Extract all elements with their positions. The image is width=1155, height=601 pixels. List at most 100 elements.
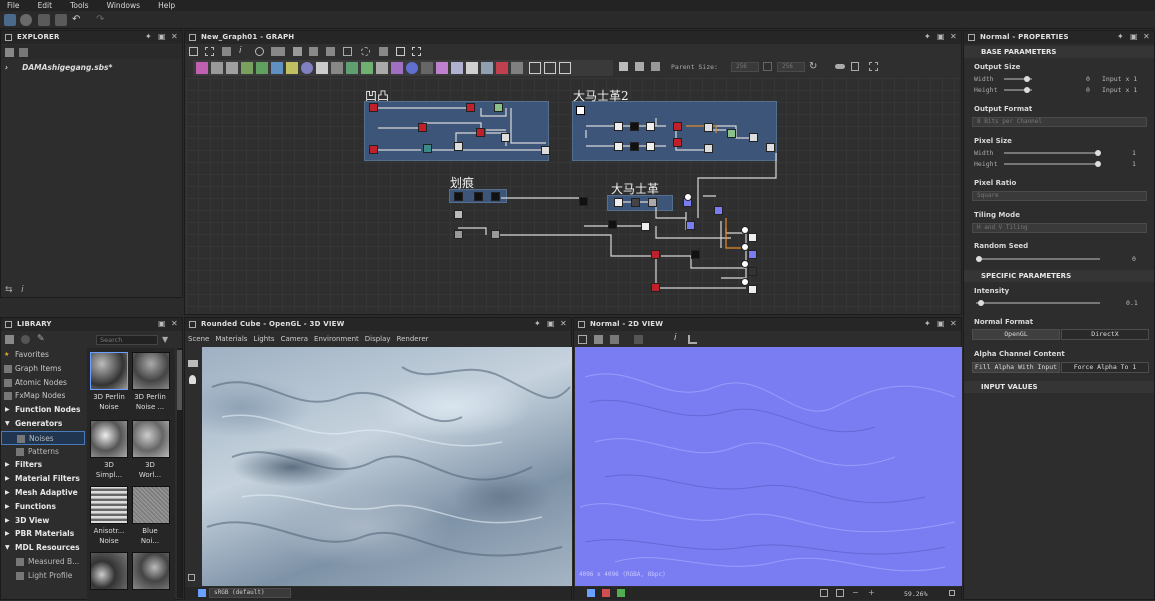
output-size-select[interactable]: 256 <box>777 62 805 72</box>
menu-file[interactable]: File <box>7 0 20 11</box>
camera-icon[interactable] <box>188 360 198 367</box>
gear-icon[interactable] <box>20 14 32 26</box>
refresh-icon[interactable] <box>21 335 30 344</box>
chevron-right-icon[interactable]: ▶ <box>5 403 10 417</box>
close-icon[interactable]: ✕ <box>171 33 178 41</box>
frame-tool-icon[interactable] <box>635 62 644 71</box>
filter-icon[interactable]: ▼ <box>162 335 168 344</box>
graph-node[interactable] <box>630 122 639 131</box>
graph-node[interactable] <box>727 129 736 138</box>
menu-scene[interactable]: Scene <box>188 335 209 343</box>
force-alpha-button[interactable]: Force Alpha To 1 <box>1061 362 1149 373</box>
gradient-node-icon[interactable] <box>301 62 313 74</box>
frame-add-icon[interactable] <box>544 62 556 74</box>
save-icon[interactable] <box>594 335 603 344</box>
zoom-in-icon[interactable]: + <box>868 588 875 597</box>
edit-icon[interactable]: ✎ <box>37 334 45 344</box>
blur-node-icon[interactable] <box>241 62 253 74</box>
opengl-button[interactable]: OpenGL <box>972 329 1060 340</box>
connection-icon[interactable] <box>835 64 845 69</box>
graph-node[interactable] <box>369 145 378 154</box>
comment-tool-icon[interactable] <box>619 62 628 71</box>
layout-icon[interactable] <box>293 47 302 56</box>
graph-node[interactable] <box>454 192 463 201</box>
tiling-mode-select[interactable]: H and V Tiling <box>972 223 1147 233</box>
thumb-3d-worley-noise[interactable] <box>132 420 170 458</box>
float-icon[interactable]: ▣ <box>158 33 166 41</box>
graph-node[interactable] <box>579 197 588 206</box>
float-icon[interactable]: ▣ <box>937 33 945 41</box>
specific-parameters-header[interactable]: SPECIFIC PARAMETERS <box>964 270 1154 282</box>
tiling-icon[interactable] <box>634 335 643 344</box>
graph-node[interactable] <box>418 123 427 132</box>
layers-icon[interactable] <box>198 589 206 597</box>
library-tree-item[interactable]: ★ Favorites <box>1 348 85 362</box>
slider-knob[interactable] <box>1024 87 1030 93</box>
thumb-3d-perlin-noise-2[interactable] <box>132 352 170 390</box>
library-tree-item[interactable]: Measured B... <box>1 555 85 569</box>
graph-node[interactable] <box>748 267 757 276</box>
fill-alpha-button[interactable]: Fill Alpha With Input <box>972 362 1060 373</box>
pin-add-icon[interactable] <box>559 62 571 74</box>
graph-node[interactable] <box>491 230 500 239</box>
graph-node[interactable] <box>631 198 640 207</box>
library-tree-item[interactable]: ▶ Mesh Adaptive <box>1 486 85 500</box>
channel-icon[interactable] <box>602 589 610 597</box>
fit-icon[interactable] <box>205 47 214 56</box>
curve-node-icon[interactable] <box>271 62 283 74</box>
link-size-icon[interactable] <box>763 62 772 71</box>
graph-node[interactable] <box>686 221 695 230</box>
actual-size-icon[interactable] <box>836 589 844 597</box>
chevron-right-icon[interactable]: ▶ <box>5 514 10 528</box>
scrollbar-thumb[interactable] <box>177 350 182 410</box>
histogram-icon[interactable] <box>688 335 697 344</box>
graph-node[interactable] <box>651 250 660 259</box>
color-icon[interactable] <box>617 589 625 597</box>
hsl-node-icon[interactable] <box>331 62 343 74</box>
graph-node[interactable] <box>691 250 700 259</box>
graph-node[interactable] <box>704 123 713 132</box>
library-tree-item[interactable]: ▶ Functions <box>1 500 85 514</box>
refresh-icon[interactable] <box>361 47 370 56</box>
graph-node[interactable] <box>614 142 623 151</box>
graph-node[interactable] <box>704 144 713 153</box>
snap-icon[interactable] <box>869 62 878 71</box>
close-icon[interactable]: ✕ <box>1143 33 1150 41</box>
graph-node[interactable] <box>466 103 475 112</box>
grid-snap-icon[interactable] <box>412 47 421 56</box>
pixel-processor-icon[interactable] <box>451 62 463 74</box>
viewport-2d[interactable]: 4096 x 4096 (RGBA, 8bpc) <box>575 347 962 586</box>
navigation-tool-icon[interactable] <box>651 62 660 71</box>
graph-node[interactable] <box>748 250 757 259</box>
svg-node-icon[interactable] <box>211 62 223 74</box>
graph-node[interactable] <box>714 206 723 215</box>
graph-node[interactable] <box>501 133 510 142</box>
graph-node[interactable] <box>766 143 775 152</box>
float-icon[interactable]: ▣ <box>158 320 166 328</box>
frame-icon[interactable] <box>396 47 405 56</box>
graph-node[interactable] <box>651 283 660 292</box>
thumb-3d-perlin-noise[interactable] <box>90 352 128 390</box>
chevron-down-icon[interactable]: ▼ <box>5 541 10 555</box>
library-tree-item[interactable]: ▶ PBR Materials <box>1 527 85 541</box>
graph-node[interactable] <box>646 122 655 131</box>
library-tree-item[interactable]: FxMap Nodes <box>1 389 85 403</box>
menu-camera[interactable]: Camera <box>281 335 308 343</box>
graph-canvas[interactable]: 凹凸 大马士革2 划痕 大马士革 <box>186 78 960 314</box>
slider-knob[interactable] <box>976 256 982 262</box>
graph-node[interactable] <box>608 220 617 229</box>
info-icon[interactable]: i <box>21 285 24 295</box>
graph-node[interactable] <box>748 285 757 294</box>
graph-node[interactable] <box>491 192 500 201</box>
graph-node[interactable] <box>423 144 432 153</box>
graph-node[interactable] <box>454 142 463 151</box>
chevron-right-icon[interactable]: ▶ <box>5 500 10 514</box>
refresh-icon[interactable]: ↻ <box>809 62 817 72</box>
align-icon[interactable] <box>309 47 318 56</box>
graph-node[interactable] <box>641 222 650 231</box>
close-icon[interactable]: ✕ <box>560 320 567 328</box>
pin-icon[interactable]: ✦ <box>924 320 931 328</box>
float-icon[interactable]: ▣ <box>547 320 555 328</box>
menu-materials[interactable]: Materials <box>215 335 247 343</box>
export-icon[interactable] <box>851 62 859 71</box>
